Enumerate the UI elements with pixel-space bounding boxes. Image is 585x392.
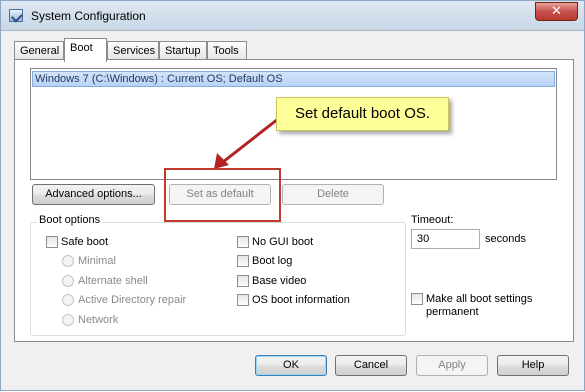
radio-alternate-shell[interactable]: Alternate shell	[62, 275, 148, 289]
safe-boot-checkbox[interactable]: Safe boot	[46, 236, 108, 250]
delete-button[interactable]: Delete	[282, 184, 384, 205]
make-permanent-label: Make all boot settings permanent	[426, 293, 533, 318]
set-default-highlight-box	[164, 168, 281, 222]
title-bar[interactable]: System Configuration ✕	[1, 1, 584, 31]
radio-circle[interactable]	[62, 314, 74, 326]
checkbox-box[interactable]	[237, 275, 249, 287]
close-button[interactable]: ✕	[535, 2, 578, 21]
msconfig-app-icon	[9, 9, 23, 22]
cancel-button[interactable]: Cancel	[335, 355, 407, 376]
apply-button[interactable]: Apply	[416, 355, 488, 376]
radio-minimal-label: Minimal	[78, 255, 116, 267]
window-title: System Configuration	[31, 9, 146, 23]
radio-minimal[interactable]: Minimal	[62, 255, 116, 269]
tab-tools[interactable]: Tools	[207, 41, 247, 61]
advanced-options-button[interactable]: Advanced options...	[32, 184, 155, 205]
help-button[interactable]: Help	[497, 355, 569, 376]
checkbox-box[interactable]	[46, 236, 58, 248]
timeout-label: Timeout:	[411, 214, 454, 226]
radio-network[interactable]: Network	[62, 314, 118, 328]
boot-log-checkbox[interactable]: Boot log	[237, 255, 292, 269]
radio-circle[interactable]	[62, 294, 74, 306]
checkbox-box[interactable]	[237, 236, 249, 248]
make-permanent-checkbox[interactable]	[411, 293, 426, 307]
boot-log-label: Boot log	[252, 255, 293, 267]
radio-alternate-shell-label: Alternate shell	[78, 275, 148, 287]
callout-note: Set default boot OS.	[276, 97, 449, 131]
base-video-label: Base video	[252, 275, 307, 287]
tab-services[interactable]: Services	[107, 41, 159, 61]
seconds-label: seconds	[485, 233, 526, 245]
base-video-checkbox[interactable]: Base video	[237, 275, 306, 289]
boot-options-label: Boot options	[37, 214, 103, 226]
checkbox-box[interactable]	[237, 255, 249, 267]
no-gui-boot-label: No GUI boot	[252, 236, 314, 248]
safe-boot-label: Safe boot	[61, 236, 109, 248]
checkbox-box[interactable]	[237, 294, 249, 306]
os-list-item-selected[interactable]: Windows 7 (C:\Windows) : Current OS; Def…	[32, 71, 555, 87]
radio-network-label: Network	[78, 314, 119, 326]
radio-active-directory-repair-label: Active Directory repair	[78, 294, 187, 306]
no-gui-boot-checkbox[interactable]: No GUI boot	[237, 236, 313, 250]
os-boot-information-checkbox[interactable]: OS boot information	[237, 294, 350, 308]
timeout-input[interactable]: 30	[411, 229, 480, 249]
ok-button[interactable]: OK	[255, 355, 327, 376]
tab-startup[interactable]: Startup	[159, 41, 207, 61]
checkbox-box[interactable]	[411, 293, 423, 305]
system-configuration-window: System Configuration ✕ General Boot Serv…	[0, 0, 585, 391]
os-boot-information-label: OS boot information	[252, 294, 350, 306]
radio-circle[interactable]	[62, 275, 74, 287]
radio-active-directory-repair[interactable]: Active Directory repair	[62, 294, 186, 308]
tab-general[interactable]: General	[14, 41, 64, 61]
tab-boot[interactable]: Boot	[64, 38, 107, 62]
radio-circle[interactable]	[62, 255, 74, 267]
